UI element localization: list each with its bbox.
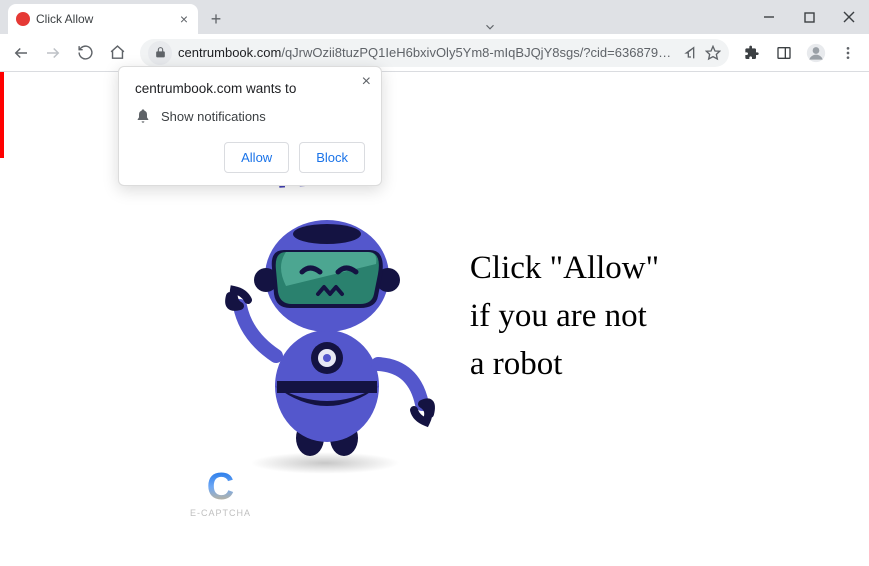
url-text: centrumbook.com/qJrwOzii8tuzPQ1IeH6bxivO… (178, 45, 677, 60)
browser-titlebar: Click Allow × + (0, 0, 869, 34)
robot-illustration: ?? (210, 152, 440, 482)
maximize-button[interactable] (789, 0, 829, 34)
captcha-brand-label: E-CAPTCHA (190, 508, 251, 518)
block-button[interactable]: Block (299, 142, 365, 173)
browser-tab[interactable]: Click Allow × (8, 4, 198, 34)
tab-title: Click Allow (36, 12, 172, 26)
bell-icon (135, 108, 151, 124)
reload-button[interactable] (70, 38, 100, 68)
page-content: × centrumbook.com wants to Show notifica… (0, 72, 869, 566)
permission-capability-label: Show notifications (161, 109, 266, 124)
captcha-badge: C E-CAPTCHA (190, 468, 251, 518)
extensions-icon[interactable] (737, 38, 767, 68)
bookmark-star-icon[interactable] (705, 45, 721, 61)
back-button[interactable] (6, 38, 36, 68)
page-edge-accent (0, 72, 4, 158)
notification-permission-dialog: × centrumbook.com wants to Show notifica… (118, 66, 382, 186)
minimize-button[interactable] (749, 0, 789, 34)
forward-button[interactable] (38, 38, 68, 68)
permission-origin-text: centrumbook.com wants to (135, 81, 365, 96)
new-tab-button[interactable]: + (202, 5, 230, 33)
favicon-icon (16, 12, 30, 26)
tab-search-icon[interactable] (470, 20, 510, 34)
robot-icon (210, 186, 440, 466)
lock-icon[interactable] (148, 41, 172, 65)
shadow-icon (250, 452, 400, 474)
home-button[interactable] (102, 38, 132, 68)
profile-icon[interactable] (801, 38, 831, 68)
share-icon[interactable] (683, 45, 699, 61)
close-tab-icon[interactable]: × (178, 11, 190, 27)
allow-button[interactable]: Allow (224, 142, 289, 173)
permission-capability-row: Show notifications (135, 108, 365, 124)
window-controls (749, 0, 869, 34)
side-panel-icon[interactable] (769, 38, 799, 68)
kebab-menu-icon[interactable] (833, 38, 863, 68)
instruction-text: Click "Allow" if you are not a robot (470, 245, 659, 389)
address-bar[interactable]: centrumbook.com/qJrwOzii8tuzPQ1IeH6bxivO… (140, 39, 729, 67)
close-dialog-icon[interactable]: × (358, 71, 375, 93)
close-window-button[interactable] (829, 0, 869, 34)
captcha-logo-icon: C (190, 468, 251, 506)
